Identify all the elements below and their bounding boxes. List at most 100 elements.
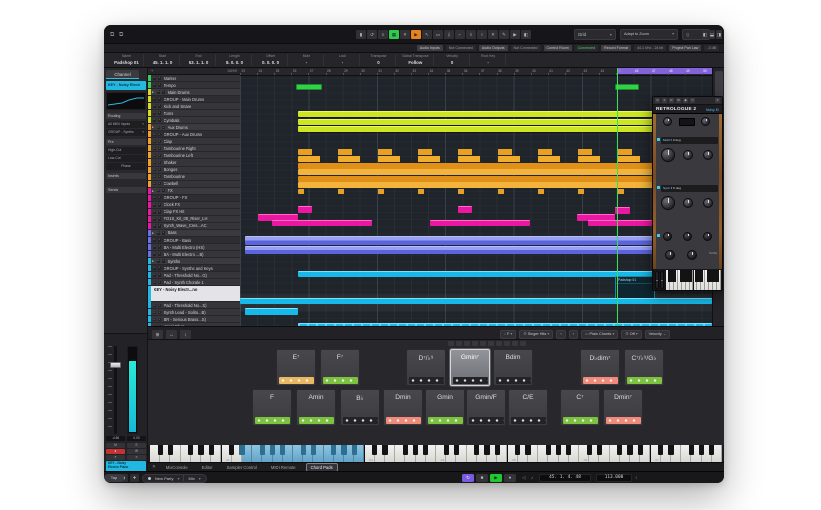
solo-button[interactable]: s (158, 196, 162, 200)
range-tool[interactable]: ▭ (433, 30, 443, 39)
plugin-knob[interactable] (663, 117, 672, 126)
piano-black-key[interactable] (627, 445, 632, 455)
event-display[interactable]: Padshop 01 23242526272829303132333435363… (240, 68, 712, 326)
chord-pad-f[interactable]: F⁷ (320, 349, 360, 386)
track-row[interactable]: ▸msAux Drums (148, 124, 240, 131)
piano-black-key[interactable] (301, 445, 306, 455)
marker-event[interactable] (615, 84, 639, 90)
track-row[interactable]: msClock FX (148, 202, 240, 209)
routing-section-header[interactable]: Routing (106, 113, 146, 119)
timeline-ruler[interactable]: 2324252627282930313233343536373839404142… (240, 68, 712, 76)
solo-button[interactable]: s (158, 161, 162, 165)
midi-clip[interactable] (298, 149, 712, 156)
low-cut-slider[interactable]: Low-Cut (106, 155, 146, 162)
solo-button[interactable]: s (158, 318, 162, 322)
plugin-knob[interactable] (703, 232, 712, 241)
solo-button[interactable]: s (158, 140, 162, 144)
mute-button[interactable]: m (157, 189, 161, 193)
tempo-spinner[interactable]: ↕ (635, 475, 637, 480)
pads-function-button[interactable] (480, 341, 486, 346)
pre-section-header[interactable]: Pre (106, 139, 146, 145)
chord-pad-cg[interactable]: C⁷/♭⁹/G♭ (624, 349, 664, 386)
solo-button[interactable]: s (162, 126, 166, 130)
mod-wheel[interactable] (660, 271, 664, 289)
osc3-led[interactable] (657, 234, 660, 237)
mute-button[interactable]: m (153, 224, 157, 228)
read-icon[interactable]: R (669, 98, 674, 103)
track-row[interactable]: ▸msSynths (148, 258, 240, 265)
plugin-knob[interactable] (663, 232, 672, 241)
solo-button[interactable]: s (158, 111, 162, 115)
mute-button[interactable]: m (153, 111, 157, 115)
channel-button-≡[interactable]: ≡ (127, 455, 146, 460)
track-row[interactable]: msSynth Lead - Solito...B) (148, 309, 240, 316)
mute-button[interactable]: m (153, 133, 157, 137)
mute-button[interactable]: m (153, 273, 157, 277)
piano-black-key[interactable] (546, 445, 551, 455)
mute-button[interactable]: m (153, 161, 157, 165)
mute-button[interactable]: m (157, 90, 161, 94)
track-preset-selector[interactable]: New Party▾ Mix▾ (142, 474, 207, 483)
mute-button[interactable]: m (153, 118, 157, 122)
solo-button[interactable]: s (158, 104, 162, 108)
mute-button[interactable]: m (153, 175, 157, 179)
plugin-knob[interactable] (665, 250, 675, 260)
piano-black-key[interactable] (444, 445, 449, 455)
select-tool[interactable]: ↖ (422, 30, 432, 39)
pitch-wheel[interactable] (655, 271, 659, 289)
plugin-knob[interactable] (683, 232, 692, 241)
info-field[interactable]: Transpose0 (362, 54, 396, 66)
chord-pad-dmin[interactable]: Dmin⁷ (603, 389, 643, 426)
track-row[interactable]: msTambourine Left (148, 152, 240, 159)
track-row[interactable]: msBA - Multi Electro (HS) (148, 244, 240, 251)
plugin-knob[interactable] (683, 150, 693, 160)
chord-pad-e[interactable]: E⁷ (276, 349, 316, 386)
mute-button[interactable]: m (153, 266, 157, 270)
piano-black-key[interactable] (617, 445, 622, 455)
h-zoom-icon[interactable]: ↔ (166, 330, 177, 339)
solo-button[interactable]: s (158, 217, 162, 221)
midi-clip[interactable] (245, 246, 712, 255)
split-tool[interactable]: ∤ (444, 30, 454, 39)
info-field[interactable]: Velocity0 (436, 54, 470, 66)
midi-clip[interactable] (298, 182, 712, 188)
solo-button[interactable]: s (158, 252, 162, 256)
tab-midi-remote[interactable]: MIDI Remote (267, 464, 300, 471)
play-tool[interactable]: ▶ (510, 30, 520, 39)
solo-button[interactable]: s (158, 210, 162, 214)
piano-black-key[interactable] (372, 445, 377, 455)
quantize-dropdown[interactable]: Adapt to Zoom ▾ (620, 29, 678, 40)
add-track-button[interactable]: + (151, 69, 153, 73)
midi-clip[interactable] (298, 189, 712, 194)
mute-button[interactable]: m (153, 147, 157, 151)
channel-button-s[interactable]: S (127, 443, 146, 448)
piano-black-key[interactable] (668, 445, 673, 455)
erase-tool[interactable]: ◊ (466, 30, 476, 39)
mute-button[interactable]: m (153, 217, 157, 221)
track-row[interactable]: msClap FX Hit (148, 209, 240, 216)
track-row[interactable]: msSynth_Wave_Cres...AC (148, 223, 240, 230)
window-layout-icon[interactable]: ⧉ (119, 31, 123, 39)
mute-button[interactable]: m (153, 140, 157, 144)
midi-clip[interactable] (245, 236, 712, 245)
velocity-control[interactable]: Velocity ⌄ (645, 330, 670, 339)
piano-black-key[interactable] (352, 445, 357, 455)
mute-button[interactable]: m (153, 154, 157, 158)
solo-button[interactable]: s (158, 304, 162, 308)
solo-button[interactable]: s (158, 281, 162, 285)
piano-black-key[interactable] (597, 445, 602, 455)
plugin-knob[interactable] (687, 250, 697, 260)
fader-db-value[interactable]: -4.66 (106, 436, 125, 441)
folder-arrow-icon[interactable]: ▸ (151, 189, 155, 193)
pads-function-button[interactable] (448, 341, 454, 346)
piano-black-key[interactable] (198, 445, 203, 455)
mute-button[interactable]: m (153, 83, 157, 87)
grid-type-dropdown[interactable]: Grid ▾ (574, 29, 616, 40)
plugin-black-key[interactable] (688, 270, 692, 282)
track-row[interactable]: ▸msBass (148, 230, 240, 237)
pads-function-button[interactable] (488, 341, 494, 346)
solo-button[interactable]: s (158, 175, 162, 179)
solo-button[interactable]: s (158, 224, 162, 228)
chord-pad-gmin[interactable]: Gmin⁷ (450, 349, 490, 386)
track-row[interactable]: ▸msMain Drums (148, 89, 240, 96)
